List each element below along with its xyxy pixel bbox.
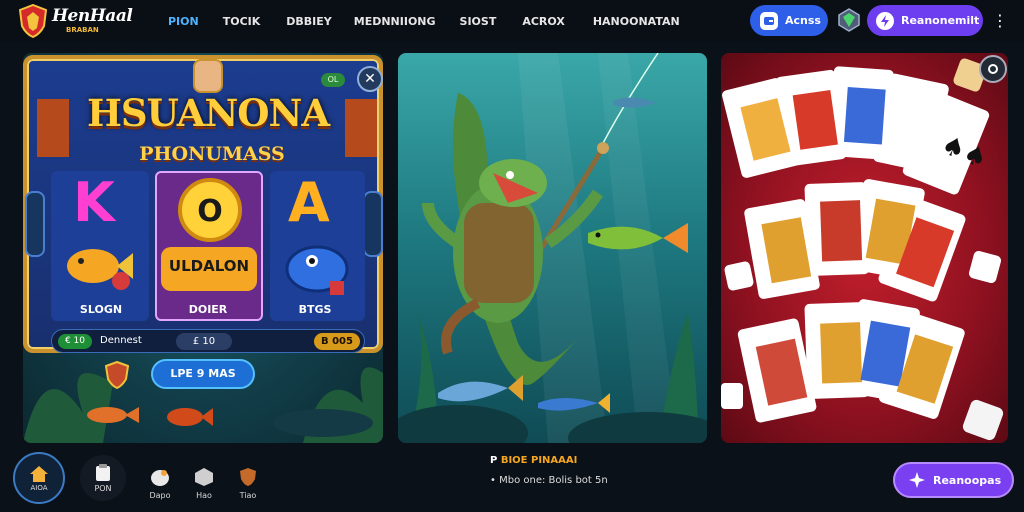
account-button[interactable]: Acnss [750,5,828,36]
bottom-nav: AIOA PON Dapo Hao Tiao [10,452,270,504]
logo-subtext: BRABAN [66,26,99,34]
top-nav-bar: HenHaal BRABAN PION TOCIK DBBIEY MEDNNII… [0,0,1024,42]
dice-icon [968,250,1002,284]
bottom-nav-home-label: AIOA [30,483,48,492]
nav-item-pion[interactable]: PION [168,15,199,28]
small-fish-icon [87,407,139,423]
home-icon [30,465,48,482]
slot-title: HSUANONA [86,91,330,135]
promo-bullet: • [490,475,496,486]
bottom-nav-tiao[interactable]: Tiao [226,466,270,500]
register-button[interactable]: Reanonemilt [867,5,983,36]
small-fish-icon-2 [167,408,213,426]
account-button-label: Acnss [785,14,821,27]
promo-title: BIOE PINAAAI [500,455,578,466]
reel-2: O ULDALON [155,171,263,321]
card-row-3 [737,299,965,423]
reel-3: A [270,171,365,321]
brand-logo[interactable]: HenHaal BRABAN [18,3,140,39]
coin-symbol-icon: O [178,178,242,242]
bottom-nav-pon-label: PON [94,483,112,493]
nav-item-siost[interactable]: SIOST [460,15,497,28]
status-label: Dennest [100,335,142,346]
reel-symbol-a: A [288,171,330,234]
playing-cards-illustration: ♠♠ [721,58,1004,441]
reel-label-3: BTGS [298,303,332,316]
promo-text-block: P BIOE PINAAAI • Mbo one: Bolis bot 5n [490,455,608,486]
nav-item-tocik[interactable]: TOCIK [223,15,261,28]
nav-item-dbbiey[interactable]: DBBIEY [286,15,331,28]
reel-labels: SLOGN DOIER BTGS [51,303,365,323]
bottom-nav-dapo[interactable]: Dapo [138,466,182,500]
blue-creature-symbol-icon [285,245,349,295]
reel-symbol-k: K [73,171,115,234]
bottom-nav-pon[interactable]: PON [74,455,132,501]
reel-label-2: DOIER [188,303,228,316]
card-row-1: ♠♠ [722,66,991,195]
reel-1: K [51,171,149,321]
fishing-game-card[interactable] [398,53,707,443]
dice-icon [195,468,213,486]
svg-text:O: O [197,194,223,229]
settings-icon[interactable] [979,55,1007,83]
character-portrait [193,59,223,93]
fish-symbol-icon [67,249,133,290]
nav-item-hanoonatan[interactable]: HANOONATAN [593,15,680,28]
shield-icon [105,361,129,389]
bet-value[interactable]: £ 10 [176,333,232,350]
close-icon[interactable]: ✕ [357,66,383,92]
shield-icon [240,468,256,486]
register-button-label: Reanonemilt [901,14,980,27]
clipboard-icon [96,463,110,481]
footer-cta-button[interactable]: Reanoopas [893,462,1014,498]
nav-item-acrox[interactable]: ACROX [522,15,565,28]
center-symbol-label: ULDALON [168,257,250,275]
footer-cta-label: Reanoopas [933,473,1002,487]
bottom-nav-tiao-label: Tiao [239,491,257,500]
slot-status-bar: € 10 Dennest £ 10 B 005 [51,329,365,353]
promo-title-prefix: P [490,455,498,466]
bottom-nav-home[interactable]: AIOA [10,452,68,504]
slot-machine-frame: OL ✕ HSUANONA PHONUMASS K O ULDALON A SL… [23,55,383,353]
sparkle-icon [909,472,925,488]
right-side-tab[interactable] [363,191,383,257]
main-nav: PION TOCIK DBBIEY MEDNNIIONG SIOST ACROX… [168,0,680,42]
promo-line: Mbo one: Bolis bot 5n [499,475,608,486]
bottom-nav-hao[interactable]: Hao [182,466,226,500]
card-row-2 [744,179,966,302]
kebab-menu-icon[interactable]: ⋮ [992,10,1008,32]
slot-game-card[interactable]: OL ✕ HSUANONA PHONUMASS K O ULDALON A SL… [23,53,383,443]
bottom-nav-dapo-label: Dapo [149,491,171,500]
wallet-icon [760,11,778,30]
lightning-icon [876,11,894,30]
balance-value: B 005 [314,333,360,350]
bottom-nav-hao-label: Hao [196,491,212,500]
fishing-scene-illustration [398,53,707,443]
reel-label-1: SLOGN [79,303,123,316]
ok-chip: OL [321,73,345,87]
play-button[interactable]: LPE 9 MAS [151,359,255,389]
logo-text: HenHaal [52,6,133,26]
nav-item-mednniiong[interactable]: MEDNNIIONG [354,15,436,28]
gem-icon[interactable] [837,8,861,32]
status-badge: € 10 [58,334,92,349]
logo-shield-icon [18,4,48,38]
egg-icon [151,470,169,486]
card-game-card[interactable]: ♠♠ [721,53,1008,443]
slot-subtitle: PHONUMASS [139,143,285,165]
left-side-tab[interactable] [25,191,45,257]
